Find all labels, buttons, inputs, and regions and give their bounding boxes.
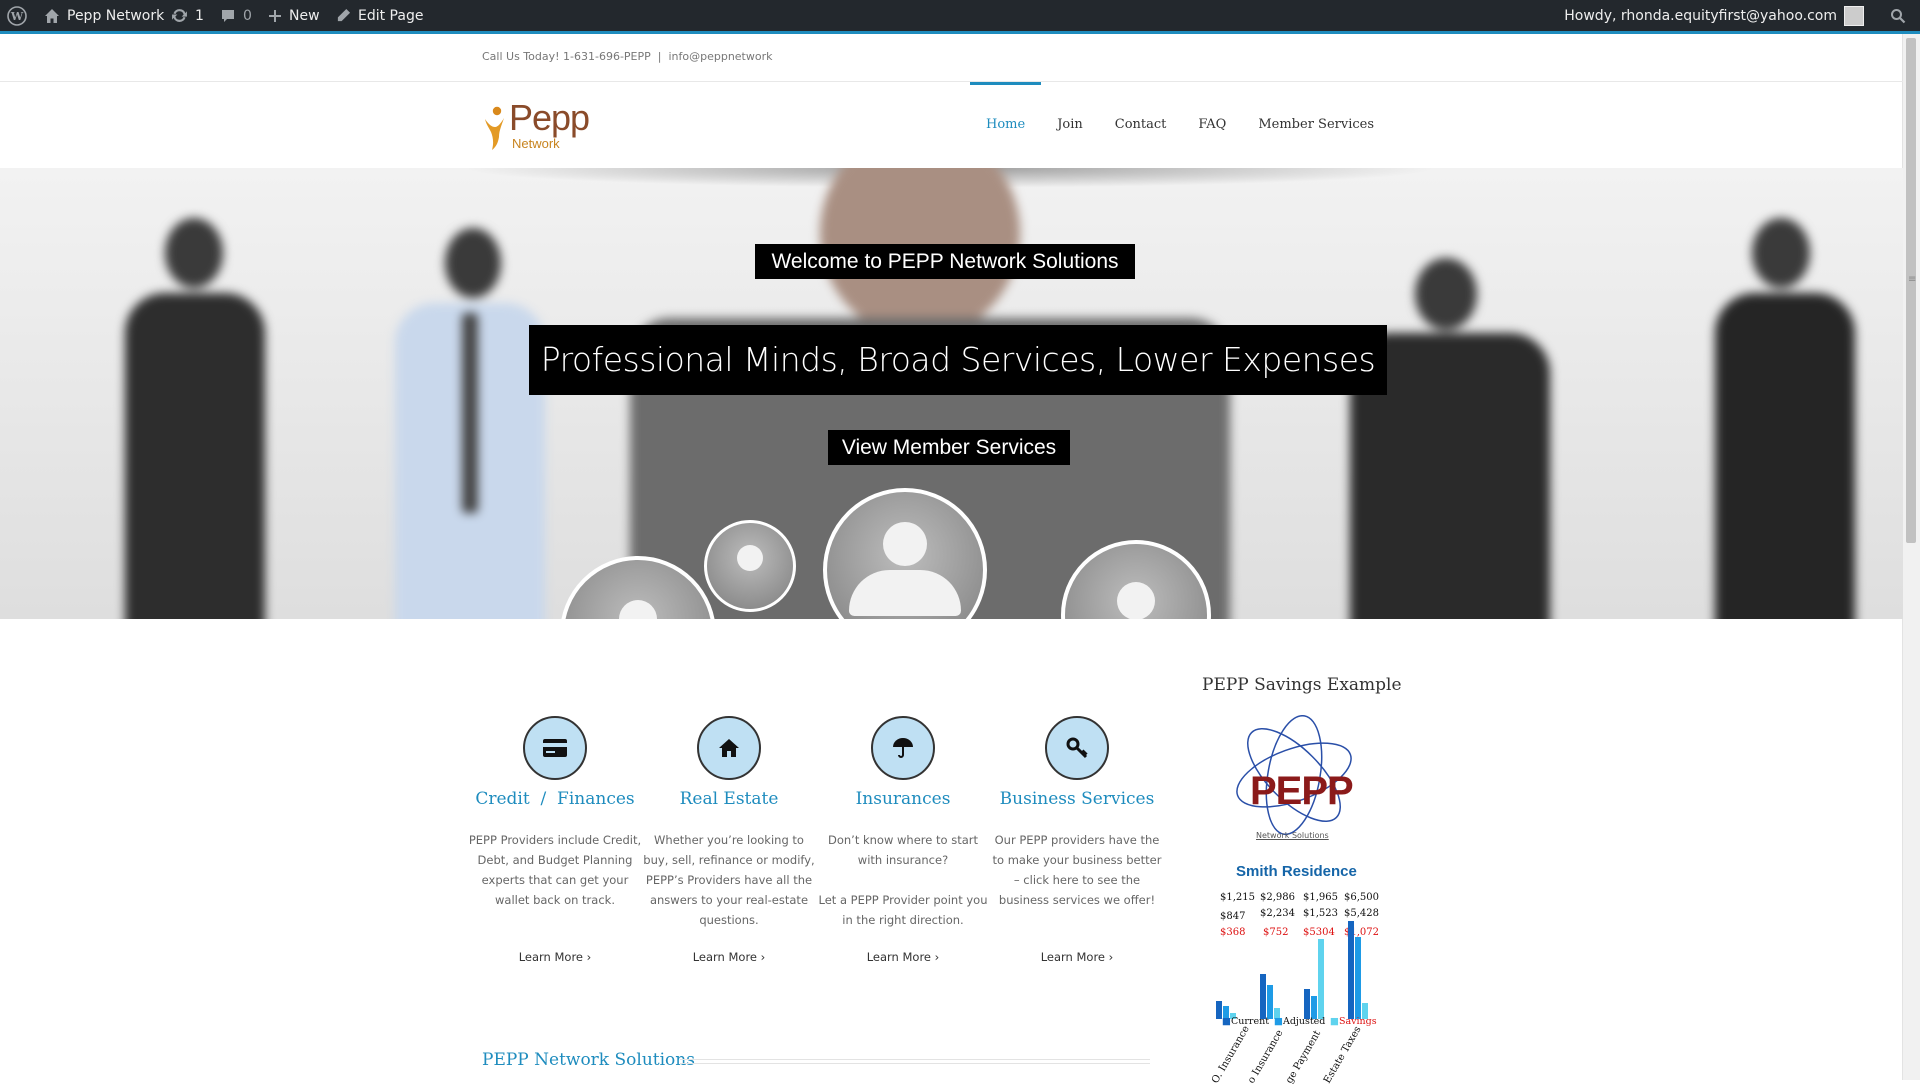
service-title[interactable]: Insurances xyxy=(815,789,991,809)
background-person xyxy=(110,218,280,619)
learn-more-link[interactable]: Learn More › xyxy=(641,950,817,964)
chevron-right-icon: › xyxy=(934,950,940,964)
admin-site-link[interactable]: Pepp Network xyxy=(44,0,164,31)
hero-user-circle xyxy=(704,520,796,612)
x-axis-label: o Insurance xyxy=(1246,1028,1286,1086)
nav-home[interactable]: Home xyxy=(970,82,1042,168)
service-description: Don’t know where to start with insurance… xyxy=(818,833,988,927)
avatar xyxy=(1844,5,1864,26)
scrollbar-thumb[interactable] xyxy=(1906,38,1916,543)
learn-more-link[interactable]: Learn More › xyxy=(815,950,991,964)
legend-adjusted: ■Adjusted xyxy=(1274,1016,1326,1027)
umbrella-icon[interactable] xyxy=(871,716,935,780)
x-axis-label: O. Insurance xyxy=(1210,1024,1252,1086)
savings-bar xyxy=(1260,973,1266,1019)
service-title[interactable]: Real Estate xyxy=(641,789,817,809)
site-logo[interactable]: Pepp Network xyxy=(482,97,592,153)
service-real-estate: Real Estate Whether you’re looking to bu… xyxy=(641,716,817,964)
comments-count: 0 xyxy=(243,7,252,24)
savings-example-image: PEPP Network Solutions Smith Residence $… xyxy=(1206,715,1386,1086)
background-person xyxy=(380,228,550,619)
howdy-text: Howdy, rhonda.equityfirst@yahoo.com xyxy=(1564,7,1837,24)
svg-text:W: W xyxy=(10,10,24,23)
admin-comments[interactable]: 0 xyxy=(220,0,252,31)
x-axis-label: Estate Taxes xyxy=(1322,1024,1364,1086)
site-header: Pepp Network Home Join Contact FAQ Membe… xyxy=(0,82,1903,169)
admin-edit-page[interactable]: Edit Page xyxy=(336,0,423,31)
pepp-logo-sub: Network Solutions xyxy=(1256,831,1329,840)
service-business: Business Services Our PEPP providers hav… xyxy=(989,716,1165,964)
section-title: PEPP Network Solutions xyxy=(482,1050,695,1070)
section-divider xyxy=(680,1059,1150,1064)
page-scrollbar[interactable]: ≡ xyxy=(1902,34,1920,1080)
updates-count: 1 xyxy=(195,7,204,24)
savings-bar xyxy=(1267,985,1273,1019)
savings-value: $368 xyxy=(1220,927,1246,938)
credit-card-icon[interactable] xyxy=(523,716,587,780)
service-insurances: Insurances Don’t know where to start wit… xyxy=(815,716,991,964)
admin-site-name: Pepp Network xyxy=(67,7,165,24)
new-label: New xyxy=(289,7,320,24)
pepp-logo-text: PEPP xyxy=(1250,769,1354,813)
chevron-right-icon: › xyxy=(1108,950,1114,964)
adjusted-value: $847 xyxy=(1220,911,1246,922)
savings-bar xyxy=(1304,989,1310,1019)
current-value: $2,986 xyxy=(1260,892,1295,903)
current-value: $6,500 xyxy=(1344,892,1379,903)
plus-icon xyxy=(269,9,281,22)
comment-icon xyxy=(222,9,234,22)
admin-updates[interactable]: 1 xyxy=(171,0,204,31)
service-description: PEPP Providers include Credit, Debt, and… xyxy=(468,833,642,907)
sidebar-title: PEPP Savings Example xyxy=(1202,675,1402,695)
service-title[interactable]: Business Services xyxy=(989,789,1165,809)
admin-account[interactable]: Howdy, rhonda.equityfirst@yahoo.com xyxy=(1564,0,1864,31)
nav-faq[interactable]: FAQ xyxy=(1182,82,1242,168)
logo-figure-icon xyxy=(485,106,504,150)
edit-page-label: Edit Page xyxy=(358,7,424,24)
savings-bar-chart xyxy=(1216,915,1382,1019)
main-nav: Home Join Contact FAQ Member Services xyxy=(970,82,1390,168)
wordpress-logo-icon[interactable]: W xyxy=(7,0,27,31)
home-icon[interactable] xyxy=(697,716,761,780)
top-contact-bar: Call Us Today! 1-631-696-PEPP | info@pep… xyxy=(0,34,1903,82)
contact-info: Call Us Today! 1-631-696-PEPP | info@pep… xyxy=(482,50,773,63)
savings-bar xyxy=(1348,921,1354,1019)
refresh-icon xyxy=(172,9,187,22)
view-member-services-button[interactable]: View Member Services xyxy=(828,430,1070,465)
hero-caption-welcome: Welcome to PEPP Network Solutions xyxy=(755,244,1135,279)
logo-name: Pepp xyxy=(509,97,590,138)
service-description: Whether you’re looking to buy, sell, ref… xyxy=(643,833,815,927)
scrollbar-grip-icon: ≡ xyxy=(1908,274,1917,285)
background-person xyxy=(1700,218,1870,619)
logo-sub: Network xyxy=(512,136,560,151)
service-description: Our PEPP providers have the to make your… xyxy=(992,833,1162,907)
nav-contact[interactable]: Contact xyxy=(1099,82,1183,168)
learn-more-link[interactable]: Learn More › xyxy=(989,950,1165,964)
x-axis-label: ge Payment xyxy=(1284,1028,1324,1086)
savings-bar xyxy=(1318,939,1324,1019)
background-person xyxy=(1340,258,1560,619)
current-value: $1,965 xyxy=(1303,892,1338,903)
nav-member-services[interactable]: Member Services xyxy=(1242,82,1390,168)
chevron-right-icon: › xyxy=(586,950,592,964)
hero-slider: Welcome to PEPP Network Solutions Profes… xyxy=(0,168,1903,619)
service-title[interactable]: Credit / Finances xyxy=(467,789,643,809)
service-credit-finances: Credit / Finances PEPP Providers include… xyxy=(467,716,643,964)
current-value: $1,215 xyxy=(1220,892,1255,903)
admin-bar: W Pepp Network 1 0 New Edit Page Howdy, … xyxy=(0,0,1920,34)
savings-bar xyxy=(1355,937,1361,1019)
learn-more-link[interactable]: Learn More › xyxy=(467,950,643,964)
key-icon[interactable] xyxy=(1045,716,1109,780)
admin-search-icon[interactable] xyxy=(1890,0,1906,31)
chevron-right-icon: › xyxy=(760,950,766,964)
admin-new[interactable]: New xyxy=(268,0,320,31)
hero-caption-tagline: Professional Minds, Broad Services, Lowe… xyxy=(529,325,1387,395)
nav-join[interactable]: Join xyxy=(1041,82,1099,168)
pencil-icon xyxy=(337,8,351,22)
home-icon xyxy=(45,8,59,23)
savings-heading: Smith Residence xyxy=(1236,863,1357,880)
